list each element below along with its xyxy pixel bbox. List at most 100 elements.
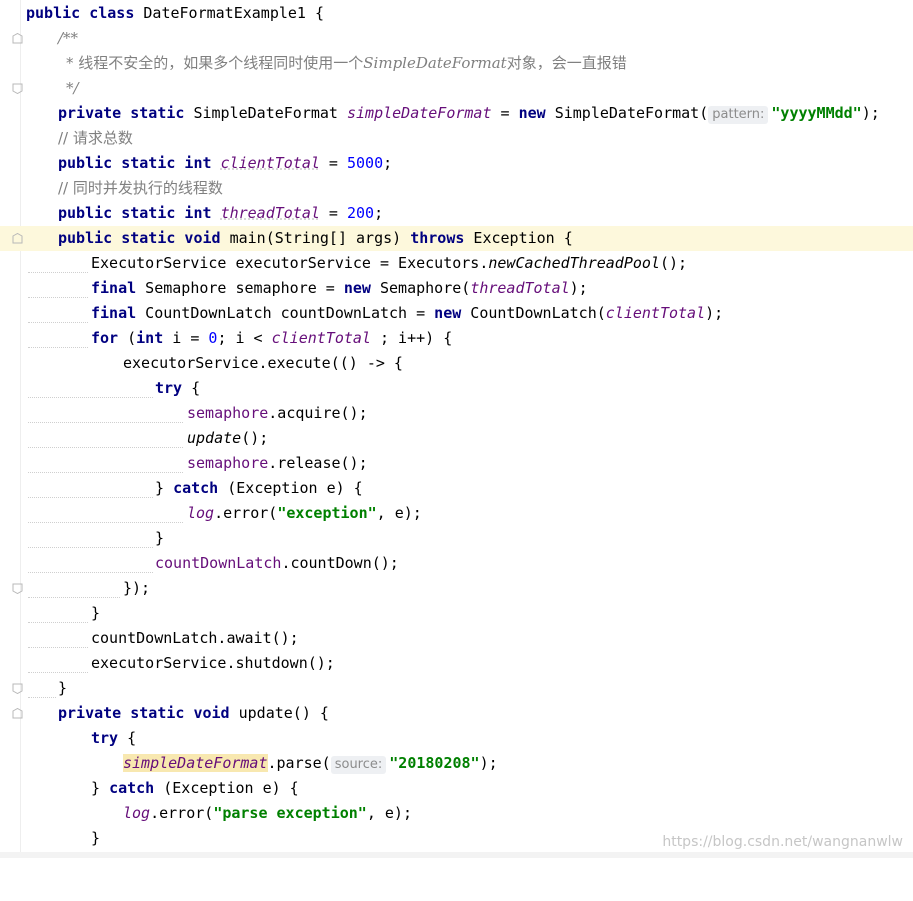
statement: (Exception e) {	[218, 479, 363, 497]
code-line-10[interactable]: public static void main(String[] args) t…	[0, 226, 913, 251]
watermark: https://blog.csdn.net/wangnanwlw	[662, 834, 903, 850]
code-line-26[interactable]: countDownLatch.await();	[0, 626, 913, 651]
keyword: public class	[26, 4, 135, 22]
statement: Semaphore semaphore =	[136, 279, 344, 297]
punctuation: {	[182, 379, 201, 397]
fold-open-icon[interactable]	[12, 33, 23, 44]
code-line-4[interactable]: */	[0, 76, 913, 101]
code-line-15[interactable]: executorService.execute(() -> {	[0, 351, 913, 376]
code-line-18[interactable]: update();	[0, 426, 913, 451]
static-field: log	[123, 804, 151, 822]
method-call: .release();	[268, 454, 368, 472]
fold-close-icon[interactable]	[12, 583, 23, 594]
field: countDownLatch	[155, 554, 282, 572]
fold-open-icon[interactable]	[12, 708, 23, 719]
constructor: CountDownLatch(	[461, 304, 606, 322]
code-line-6[interactable]: // 请求总数	[0, 126, 913, 151]
code-line-33[interactable]: log.error("parse exception", e);	[0, 801, 913, 826]
statement: ; i++) {	[370, 329, 453, 347]
code-line-7[interactable]: public static int clientTotal = 5000;	[0, 151, 913, 176]
keyword: public static int	[58, 204, 212, 222]
code-line-20[interactable]: } catch (Exception e) {	[0, 476, 913, 501]
code-editor[interactable]: public class DateFormatExample1 { /** * …	[0, 0, 913, 858]
code-line-2[interactable]: /**	[0, 26, 913, 51]
keyword: for	[91, 329, 119, 347]
string-literal: "yyyyMMdd"	[771, 104, 862, 122]
fold-close-icon[interactable]	[12, 683, 23, 694]
code-line-12[interactable]: final Semaphore semaphore = new Semaphor…	[0, 276, 913, 301]
punctuation: ();	[659, 254, 688, 272]
code-line-28[interactable]: }	[0, 676, 913, 701]
statement: i =	[163, 329, 209, 347]
statement: CountDownLatch countDownLatch =	[136, 304, 435, 322]
string-literal: "exception"	[277, 504, 377, 522]
indent-guide	[28, 546, 153, 548]
punctuation: ;	[374, 204, 384, 222]
code-line-9[interactable]: public static int threadTotal = 200;	[0, 201, 913, 226]
code-line-17[interactable]: semaphore.acquire();	[0, 401, 913, 426]
statement: ExecutorService executorService = Execut…	[91, 254, 489, 272]
fold-close-icon[interactable]	[12, 83, 23, 94]
indent-guide	[28, 271, 88, 273]
keyword: public static int	[58, 154, 212, 172]
punctuation: });	[123, 579, 151, 597]
type: SimpleDateFormat	[184, 104, 347, 122]
static-field: threadTotal	[470, 279, 570, 297]
keyword: int	[136, 329, 164, 347]
method-call: .error(	[214, 504, 278, 522]
punctuation: }	[91, 779, 110, 797]
field: semaphore	[187, 454, 269, 472]
comment: // 请求总数	[58, 129, 133, 147]
punctuation: );	[569, 279, 588, 297]
keyword: catch	[109, 779, 155, 797]
code-line-19[interactable]: semaphore.release();	[0, 451, 913, 476]
keyword: public static void	[58, 229, 221, 247]
code-line-13[interactable]: final CountDownLatch countDownLatch = ne…	[0, 301, 913, 326]
static-field: clientTotal	[220, 154, 320, 172]
parameter-hint: source:	[330, 756, 387, 774]
field: semaphore	[187, 404, 269, 422]
code-line-29[interactable]: private static void update() {	[0, 701, 913, 726]
indent-guide	[28, 571, 153, 573]
comment: /**	[58, 29, 79, 47]
code-line-14[interactable]: for (int i = 0; i < clientTotal ; i++) {	[0, 326, 913, 351]
code-line-1[interactable]: public class DateFormatExample1 {	[0, 1, 913, 26]
punctuation: }	[155, 479, 174, 497]
keyword: catch	[173, 479, 219, 497]
indent-guide	[28, 471, 183, 473]
code-line-21[interactable]: log.error("exception", e);	[0, 501, 913, 526]
code-line-16[interactable]: try {	[0, 376, 913, 401]
punctuation: , e);	[376, 504, 422, 522]
indent-guide	[28, 596, 120, 598]
statement: (Exception e) {	[154, 779, 299, 797]
code-line-23[interactable]: countDownLatch.countDown();	[0, 551, 913, 576]
string-literal: "parse exception"	[213, 804, 367, 822]
indent-guide	[28, 296, 88, 298]
method-call: .acquire();	[268, 404, 368, 422]
indent-guide	[28, 521, 183, 523]
code-line-8[interactable]: // 同时并发执行的线程数	[0, 176, 913, 201]
operator: =	[491, 104, 519, 122]
punctuation: , e);	[366, 804, 412, 822]
code-line-30[interactable]: try {	[0, 726, 913, 751]
statement: ; i <	[217, 329, 272, 347]
code-line-27[interactable]: executorService.shutdown();	[0, 651, 913, 676]
parameter-hint: pattern:	[708, 106, 769, 124]
code-line-5[interactable]: private static SimpleDateFormat simpleDa…	[0, 101, 913, 126]
exception-type: Exception {	[464, 229, 573, 247]
code-line-32[interactable]: } catch (Exception e) {	[0, 776, 913, 801]
code-line-25[interactable]: }	[0, 601, 913, 626]
comment: // 同时并发执行的线程数	[58, 179, 223, 197]
comment-class-ref: SimpleDateFormat	[363, 54, 507, 72]
method-call: .countDown();	[281, 554, 399, 572]
static-field-highlighted[interactable]: simpleDateFormat	[123, 754, 268, 772]
code-line-11[interactable]: ExecutorService executorService = Execut…	[0, 251, 913, 276]
code-line-22[interactable]: }	[0, 526, 913, 551]
code-line-3[interactable]: * 线程不安全的，如果多个线程同时使用一个SimpleDateFormat对象，…	[0, 51, 913, 76]
code-line-31[interactable]: simpleDateFormat.parse(source: "20180208"…	[0, 751, 913, 776]
method-call: countDownLatch.await();	[91, 629, 299, 647]
fold-open-icon[interactable]	[12, 233, 23, 244]
code-line-24[interactable]: });	[0, 576, 913, 601]
method-signature: update() {	[229, 704, 329, 722]
punctuation: {	[118, 729, 137, 747]
